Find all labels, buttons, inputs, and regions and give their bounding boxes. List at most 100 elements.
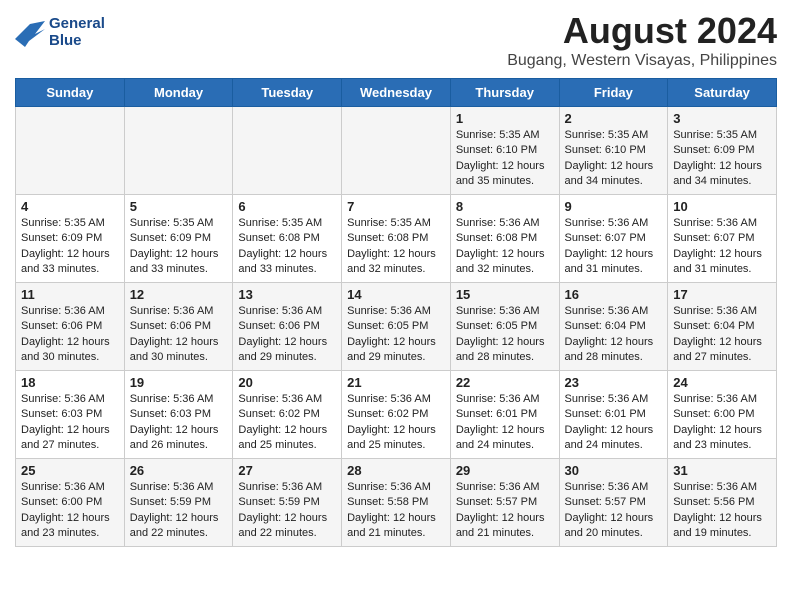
- day-cell: 12Sunrise: 5:36 AM Sunset: 6:06 PM Dayli…: [124, 283, 233, 371]
- day-cell: 6 Sunrise: 5:35 AM Sunset: 6:08 PM Daylig…: [233, 195, 342, 283]
- week-row-3: 11 Sunrise: 5:36 AM Sunset: 6:06 PM Dayli…: [16, 283, 777, 371]
- day-number: 13: [238, 287, 336, 302]
- day-number: 20: [238, 375, 336, 390]
- calendar-table: SundayMondayTuesdayWednesdayThursdayFrid…: [15, 78, 777, 547]
- day-cell: 10 Sunrise: 5:36 AM Sunset: 6:07 PM Dayli…: [668, 195, 777, 283]
- day-number: 28: [347, 463, 445, 478]
- day-info: Sunrise: 5:36 AM Sunset: 6:04 PM Dayligh…: [673, 304, 771, 366]
- day-number: 4: [21, 199, 119, 214]
- day-info: Sunrise: 5:36 AM Sunset: 6:06 PM Dayligh…: [238, 304, 336, 366]
- day-info: Sunrise: 5:36 AM Sunset: 6:02 PM Dayligh…: [347, 392, 445, 454]
- header: General Blue August 2024 Bugang, Western…: [15, 10, 777, 70]
- day-info: Sunrise: 5:35 AM Sunset: 6:09 PM Dayligh…: [130, 216, 228, 278]
- day-number: 24: [673, 375, 771, 390]
- day-info: Sunrise: 5:36 AM Sunset: 6:07 PM Dayligh…: [565, 216, 663, 278]
- day-cell: 31 Sunrise: 5:36 AM Sunset: 5:56 PM Dayli…: [668, 459, 777, 547]
- day-number: 9: [565, 199, 663, 214]
- day-number: 15: [456, 287, 554, 302]
- day-info: Sunrise: 5:35 AM Sunset: 6:10 PM Dayligh…: [565, 128, 663, 190]
- day-cell: 23 Sunrise: 5:36 AM Sunset: 6:01 PM Dayli…: [559, 371, 668, 459]
- day-cell: 16 Sunrise: 5:36 AM Sunset: 6:04 PM Dayli…: [559, 283, 668, 371]
- week-row-2: 4 Sunrise: 5:35 AM Sunset: 6:09 PM Daylig…: [16, 195, 777, 283]
- day-number: 30: [565, 463, 663, 478]
- day-number: 5: [130, 199, 228, 214]
- col-header-tuesday: Tuesday: [233, 79, 342, 107]
- day-cell: [342, 107, 451, 195]
- title-block: August 2024 Bugang, Western Visayas, Phi…: [507, 10, 777, 70]
- day-info: Sunrise: 5:36 AM Sunset: 5:56 PM Dayligh…: [673, 480, 771, 542]
- col-header-thursday: Thursday: [450, 79, 559, 107]
- day-number: 19: [130, 375, 228, 390]
- day-info: Sunrise: 5:36 AM Sunset: 6:00 PM Dayligh…: [673, 392, 771, 454]
- day-number: 2: [565, 111, 663, 126]
- day-cell: [16, 107, 125, 195]
- day-cell: 13 Sunrise: 5:36 AM Sunset: 6:06 PM Dayli…: [233, 283, 342, 371]
- day-number: 25: [21, 463, 119, 478]
- day-number: 11: [21, 287, 119, 302]
- day-number: 10: [673, 199, 771, 214]
- col-header-saturday: Saturday: [668, 79, 777, 107]
- day-cell: 30 Sunrise: 5:36 AM Sunset: 5:57 PM Dayli…: [559, 459, 668, 547]
- day-cell: [124, 107, 233, 195]
- day-info: Sunrise: 5:35 AM Sunset: 6:08 PM Dayligh…: [347, 216, 445, 278]
- col-header-friday: Friday: [559, 79, 668, 107]
- day-number: 1: [456, 111, 554, 126]
- day-cell: 1 Sunrise: 5:35 AM Sunset: 6:10 PM Daylig…: [450, 107, 559, 195]
- day-cell: 4Sunrise: 5:35 AM Sunset: 6:09 PM Daylig…: [16, 195, 125, 283]
- day-info: Sunrise: 5:36 AM Sunset: 5:57 PM Dayligh…: [456, 480, 554, 542]
- day-info: Sunrise: 5:36 AM Sunset: 6:07 PM Dayligh…: [673, 216, 771, 278]
- day-number: 23: [565, 375, 663, 390]
- day-cell: 14Sunrise: 5:36 AM Sunset: 6:05 PM Dayli…: [342, 283, 451, 371]
- day-number: 8: [456, 199, 554, 214]
- day-info: Sunrise: 5:36 AM Sunset: 5:58 PM Dayligh…: [347, 480, 445, 542]
- day-info: Sunrise: 5:36 AM Sunset: 5:59 PM Dayligh…: [130, 480, 228, 542]
- day-cell: 27 Sunrise: 5:36 AM Sunset: 5:59 PM Dayli…: [233, 459, 342, 547]
- day-number: 16: [565, 287, 663, 302]
- day-cell: 7 Sunrise: 5:35 AM Sunset: 6:08 PM Daylig…: [342, 195, 451, 283]
- day-info: Sunrise: 5:36 AM Sunset: 6:01 PM Dayligh…: [456, 392, 554, 454]
- day-info: Sunrise: 5:36 AM Sunset: 6:03 PM Dayligh…: [21, 392, 119, 454]
- day-number: 17: [673, 287, 771, 302]
- day-info: Sunrise: 5:36 AM Sunset: 6:04 PM Dayligh…: [565, 304, 663, 366]
- day-info: Sunrise: 5:36 AM Sunset: 6:03 PM Dayligh…: [130, 392, 228, 454]
- day-info: Sunrise: 5:35 AM Sunset: 6:10 PM Dayligh…: [456, 128, 554, 190]
- day-cell: 19 Sunrise: 5:36 AM Sunset: 6:03 PM Dayli…: [124, 371, 233, 459]
- week-row-1: 1 Sunrise: 5:35 AM Sunset: 6:10 PM Daylig…: [16, 107, 777, 195]
- day-number: 26: [130, 463, 228, 478]
- day-number: 29: [456, 463, 554, 478]
- day-info: Sunrise: 5:36 AM Sunset: 6:00 PM Dayligh…: [21, 480, 119, 542]
- header-row: SundayMondayTuesdayWednesdayThursdayFrid…: [16, 79, 777, 107]
- page-title: August 2024: [507, 10, 777, 52]
- day-info: Sunrise: 5:36 AM Sunset: 6:06 PM Dayligh…: [21, 304, 119, 366]
- day-number: 12: [130, 287, 228, 302]
- day-number: 3: [673, 111, 771, 126]
- day-info: Sunrise: 5:35 AM Sunset: 6:08 PM Dayligh…: [238, 216, 336, 278]
- day-number: 14: [347, 287, 445, 302]
- day-cell: 17 Sunrise: 5:36 AM Sunset: 6:04 PM Dayli…: [668, 283, 777, 371]
- day-cell: 3Sunrise: 5:35 AM Sunset: 6:09 PM Daylig…: [668, 107, 777, 195]
- col-header-sunday: Sunday: [16, 79, 125, 107]
- day-number: 18: [21, 375, 119, 390]
- day-cell: 9 Sunrise: 5:36 AM Sunset: 6:07 PM Daylig…: [559, 195, 668, 283]
- day-cell: [233, 107, 342, 195]
- day-cell: 11 Sunrise: 5:36 AM Sunset: 6:06 PM Dayli…: [16, 283, 125, 371]
- day-number: 6: [238, 199, 336, 214]
- day-info: Sunrise: 5:36 AM Sunset: 6:02 PM Dayligh…: [238, 392, 336, 454]
- day-info: Sunrise: 5:36 AM Sunset: 5:57 PM Dayligh…: [565, 480, 663, 542]
- day-cell: 5 Sunrise: 5:35 AM Sunset: 6:09 PM Daylig…: [124, 195, 233, 283]
- day-number: 7: [347, 199, 445, 214]
- day-info: Sunrise: 5:36 AM Sunset: 5:59 PM Dayligh…: [238, 480, 336, 542]
- day-info: Sunrise: 5:36 AM Sunset: 6:01 PM Dayligh…: [565, 392, 663, 454]
- day-cell: 26 Sunrise: 5:36 AM Sunset: 5:59 PM Dayli…: [124, 459, 233, 547]
- day-info: Sunrise: 5:36 AM Sunset: 6:08 PM Dayligh…: [456, 216, 554, 278]
- day-cell: 18 Sunrise: 5:36 AM Sunset: 6:03 PM Dayli…: [16, 371, 125, 459]
- day-cell: 15 Sunrise: 5:36 AM Sunset: 6:05 PM Dayli…: [450, 283, 559, 371]
- day-number: 31: [673, 463, 771, 478]
- logo-icon: [15, 19, 45, 47]
- day-cell: 21Sunrise: 5:36 AM Sunset: 6:02 PM Dayli…: [342, 371, 451, 459]
- day-number: 27: [238, 463, 336, 478]
- page-subtitle: Bugang, Western Visayas, Philippines: [507, 52, 777, 70]
- day-info: Sunrise: 5:36 AM Sunset: 6:05 PM Dayligh…: [456, 304, 554, 366]
- day-cell: 22Sunrise: 5:36 AM Sunset: 6:01 PM Dayli…: [450, 371, 559, 459]
- logo: General Blue: [15, 16, 105, 49]
